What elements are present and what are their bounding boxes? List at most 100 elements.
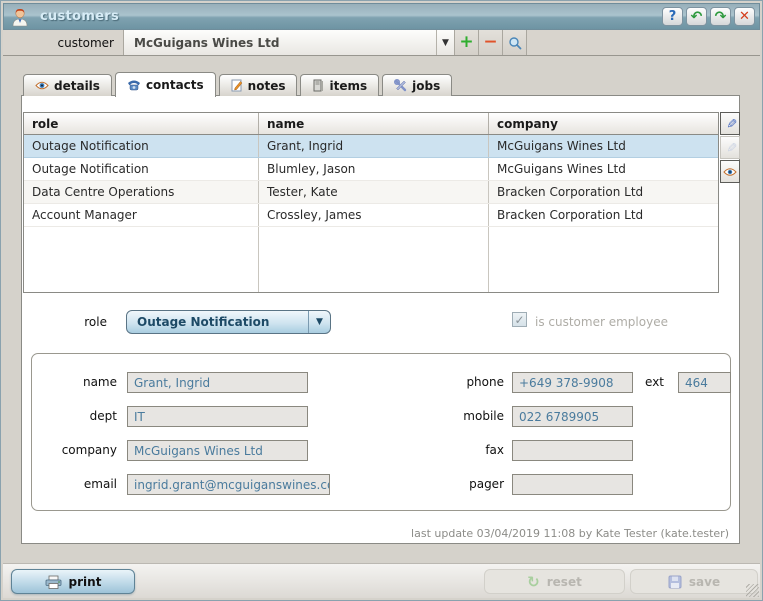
dept-field[interactable] [127, 406, 308, 427]
cell-role: Account Manager [24, 204, 259, 226]
table-header: role name company [24, 113, 718, 135]
tab-details-label: details [54, 79, 100, 93]
tab-notes[interactable]: notes [219, 74, 298, 96]
cell-name: Blumley, Jason [259, 158, 489, 180]
tab-jobs-label: jobs [412, 79, 440, 93]
footer-bar: print ↻ reset save [3, 563, 760, 598]
reset-icon: ↻ [527, 573, 540, 591]
customer-select[interactable]: McGuigans Wines Ltd [124, 30, 436, 55]
table-row[interactable]: Data Centre Operations Tester, Kate Brac… [24, 181, 718, 204]
box-icon [312, 79, 324, 92]
tab-notes-label: notes [248, 79, 286, 93]
contacts-table: role name company Outage Notification Gr… [23, 112, 719, 293]
redo-arrow-icon: ↷ [715, 9, 727, 25]
save-disk-icon [668, 575, 682, 589]
mobile-field[interactable] [512, 406, 633, 427]
customer-dropdown-button[interactable]: ▼ [436, 30, 455, 55]
question-icon: ? [669, 9, 677, 24]
print-label: print [69, 575, 102, 589]
edit-contact-button-disabled: ✎ [720, 136, 740, 159]
table-row[interactable]: Outage Notification Grant, Ingrid McGuig… [24, 135, 718, 158]
contacts-panel: role name company Outage Notification Gr… [21, 95, 740, 544]
cell-role: Data Centre Operations [24, 181, 259, 203]
table-row[interactable]: Outage Notification Blumley, Jason McGui… [24, 158, 718, 181]
ext-field[interactable] [678, 372, 731, 393]
window-title: customers [40, 9, 119, 24]
column-header-name[interactable]: name [259, 113, 489, 134]
column-header-company[interactable]: company [489, 113, 718, 134]
window-controls: ? ↶ ↷ ✕ [662, 7, 755, 26]
note-icon [231, 79, 243, 92]
chevron-down-icon: ▼ [442, 38, 449, 48]
titlebar: customers ? ↶ ↷ ✕ [3, 3, 760, 30]
redo-button[interactable]: ↷ [710, 7, 731, 26]
undo-arrow-icon: ↶ [691, 9, 703, 25]
tab-jobs[interactable]: jobs [382, 74, 452, 96]
cell-company: Bracken Corporation Ltd [489, 204, 718, 226]
customers-window: customers ? ↶ ↷ ✕ customer McGuigans Win… [0, 0, 763, 601]
company-field[interactable] [127, 440, 308, 461]
close-icon: ✕ [739, 9, 750, 24]
cell-name: Tester, Kate [259, 181, 489, 203]
search-icon [508, 36, 522, 50]
fax-label: fax [427, 440, 504, 457]
is-customer-employee-checkbox[interactable]: ✓ [512, 312, 527, 327]
phone-icon [127, 79, 141, 91]
plus-icon: + [459, 34, 473, 51]
tab-contacts-label: contacts [146, 78, 204, 92]
print-button[interactable]: print [11, 569, 135, 594]
mobile-label: mobile [427, 406, 504, 423]
cell-company: McGuigans Wines Ltd [489, 135, 718, 157]
tools-icon [394, 79, 407, 92]
cell-name: Grant, Ingrid [259, 135, 489, 157]
person-icon [10, 7, 30, 27]
search-customer-button[interactable] [503, 30, 527, 55]
contact-detail-fieldset: name phone ext dept mobile company fax [31, 353, 731, 511]
phone-field[interactable] [512, 372, 633, 393]
check-icon: ✓ [514, 313, 524, 327]
empty-row [24, 227, 718, 250]
name-label: name [32, 372, 117, 389]
empty-row [24, 273, 718, 293]
pager-field[interactable] [512, 474, 633, 495]
close-button[interactable]: ✕ [734, 7, 755, 26]
tab-details[interactable]: details [23, 74, 112, 96]
customer-label: customer [3, 30, 124, 55]
minus-icon: − [483, 34, 497, 51]
eye-icon [35, 80, 49, 91]
email-field[interactable] [127, 474, 330, 495]
is-customer-employee-label: is customer employee [535, 315, 668, 329]
remove-customer-button[interactable]: − [479, 30, 503, 55]
role-value: Outage Notification [127, 315, 308, 329]
customer-toolbar: customer McGuigans Wines Ltd ▼ + − [3, 30, 760, 56]
tab-items[interactable]: items [300, 74, 379, 96]
table-row[interactable]: Account Manager Crossley, James Bracken … [24, 204, 718, 227]
save-label: save [689, 575, 720, 589]
role-select[interactable]: Outage Notification ▼ [126, 310, 331, 334]
reset-label: reset [547, 575, 582, 589]
undo-button[interactable]: ↶ [686, 7, 707, 26]
ext-label: ext [632, 372, 664, 389]
edit-contact-button[interactable]: ✎ [720, 112, 740, 135]
column-header-role[interactable]: role [24, 113, 259, 134]
chevron-down-icon: ▼ [308, 311, 330, 333]
name-field[interactable] [127, 372, 308, 393]
reset-button: ↻ reset [484, 569, 625, 594]
tab-bar: details contacts notes items [23, 72, 452, 96]
pen-faded-icon: ✎ [723, 142, 738, 153]
tab-items-label: items [329, 79, 367, 93]
last-update-status: last update 03/04/2019 11:08 by Kate Tes… [411, 527, 729, 540]
pen-icon: ✎ [723, 118, 738, 129]
cell-role: Outage Notification [24, 158, 259, 180]
empty-row [24, 250, 718, 273]
tab-contacts[interactable]: contacts [115, 72, 216, 97]
help-button[interactable]: ? [662, 7, 683, 26]
resize-grip[interactable] [746, 584, 759, 597]
company-label: company [32, 440, 117, 457]
cell-company: Bracken Corporation Ltd [489, 181, 718, 203]
add-customer-button[interactable]: + [455, 30, 479, 55]
fax-field[interactable] [512, 440, 633, 461]
view-contact-button[interactable] [720, 160, 740, 183]
printer-icon [45, 575, 62, 589]
cell-company: McGuigans Wines Ltd [489, 158, 718, 180]
